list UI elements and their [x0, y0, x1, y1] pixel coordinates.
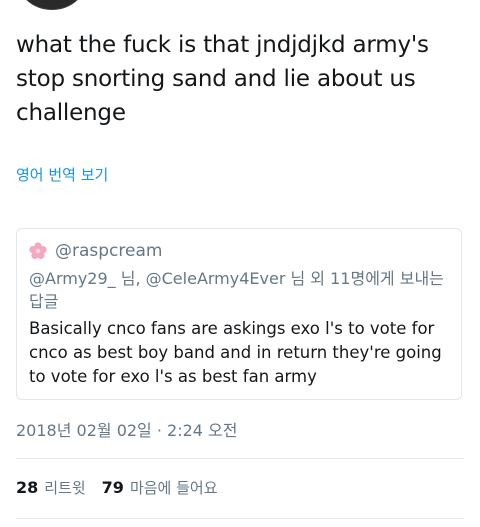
quoted-tweet-handle[interactable]: @raspcream [55, 239, 162, 263]
tweet-timestamp[interactable]: 2018년 02월 02일 · 2:24 오전 [16, 420, 237, 442]
likes-label: 마음에 들어요 [129, 479, 218, 497]
retweets-stat[interactable]: 28 리트윗 [16, 477, 86, 499]
retweets-label: 리트윗 [44, 479, 86, 497]
likes-count: 79 [101, 478, 124, 497]
tweet-stats: 28 리트윗 79 마음에 들어요 [16, 477, 234, 499]
translate-tweet-link[interactable]: 영어 번역 보기 [16, 164, 108, 186]
divider [16, 518, 464, 519]
divider [16, 458, 464, 459]
retweets-count: 28 [16, 478, 39, 497]
author-avatar[interactable] [20, 0, 84, 10]
quoted-tweet-header: @raspcream [29, 239, 162, 263]
quoted-tweet-text: Basically cnco fans are askings exo l's … [29, 319, 442, 386]
quoted-tweet-card[interactable]: @raspcream @Army29_ 님, @CeleArmy4Ever 님 … [16, 228, 462, 400]
tweet-text: what the fuck is that jndjdjkd army's st… [16, 32, 429, 126]
reply-context: @Army29_ 님, @CeleArmy4Ever 님 외 11명에게 보내는… [29, 269, 444, 311]
cherry-blossom-icon [29, 242, 47, 260]
likes-stat[interactable]: 79 마음에 들어요 [102, 477, 218, 499]
